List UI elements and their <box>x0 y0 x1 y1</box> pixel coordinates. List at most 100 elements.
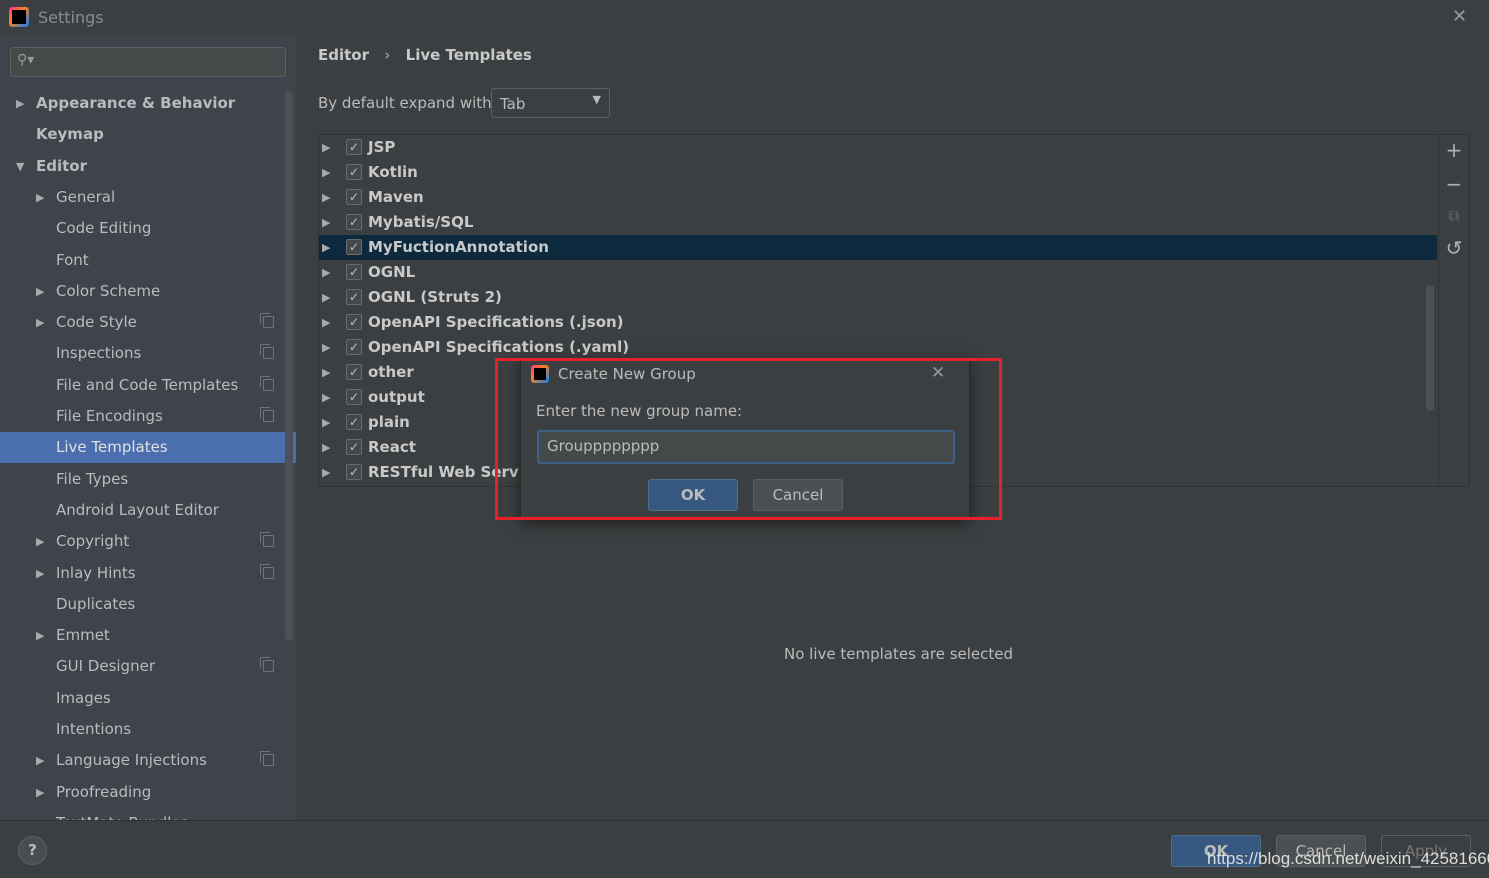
template-group-row[interactable]: ▶ ✓ OpenAPI Specifications (.yaml) <box>319 335 1437 360</box>
empty-message: No live templates are selected <box>784 645 1014 663</box>
breadcrumb: Editor › Live Templates <box>318 46 532 64</box>
add-icon[interactable]: + <box>1444 138 1464 162</box>
chevron-right-icon[interactable]: ▶ <box>322 160 330 185</box>
template-group-row[interactable]: ▶ ✓ Mybatis/SQL <box>319 210 1437 235</box>
chevron-right-icon[interactable]: ▶ <box>322 185 330 210</box>
template-checkbox[interactable]: ✓ <box>346 264 362 280</box>
search-input[interactable]: ⚲▾ <box>10 47 286 77</box>
sidebar-item[interactable]: ▶ Appearance & Behavior <box>0 88 296 119</box>
chevron-right-icon[interactable]: ▶ <box>36 558 44 589</box>
sidebar-item[interactable]: ▶ Color Scheme <box>0 276 296 307</box>
sidebar-item[interactable]: File and Code Templates <box>0 370 296 401</box>
template-group-row[interactable]: ▶ ✓ MyFuctionAnnotation <box>319 235 1437 260</box>
breadcrumb-parent[interactable]: Editor <box>318 46 369 64</box>
chevron-down-icon: ▼ <box>592 93 601 106</box>
chevron-down-icon[interactable]: ▼ <box>16 151 24 182</box>
sidebar-item[interactable]: Duplicates <box>0 589 296 620</box>
template-group-label: MyFuctionAnnotation <box>368 238 549 256</box>
sidebar-item[interactable]: TextMate Bundles <box>0 808 296 820</box>
chevron-right-icon[interactable]: ▶ <box>322 410 330 435</box>
chevron-right-icon[interactable]: ▶ <box>36 276 44 307</box>
chevron-right-icon[interactable]: ▶ <box>36 777 44 808</box>
template-checkbox[interactable]: ✓ <box>346 389 362 405</box>
template-group-label: JSP <box>368 138 396 156</box>
sidebar-item-label: Language Injections <box>56 751 207 770</box>
template-group-label: OGNL (Struts 2) <box>368 288 502 306</box>
template-checkbox[interactable]: ✓ <box>346 439 362 455</box>
template-group-label: Kotlin <box>368 163 418 181</box>
close-icon[interactable]: ✕ <box>1452 6 1467 27</box>
project-settings-icon <box>260 563 274 579</box>
chevron-right-icon[interactable]: ▶ <box>322 285 330 310</box>
sidebar-item[interactable]: ▶ Inlay Hints <box>0 558 296 589</box>
template-checkbox[interactable]: ✓ <box>346 414 362 430</box>
chevron-right-icon[interactable]: ▶ <box>322 385 330 410</box>
chevron-right-icon[interactable]: ▶ <box>322 260 330 285</box>
template-checkbox[interactable]: ✓ <box>346 139 362 155</box>
sidebar-item[interactable]: Inspections <box>0 338 296 369</box>
sidebar-item[interactable]: File Types <box>0 464 296 495</box>
expand-select[interactable]: Tab ▼ <box>491 88 610 118</box>
template-group-row[interactable]: ▶ ✓ Kotlin <box>319 160 1437 185</box>
template-checkbox[interactable]: ✓ <box>346 364 362 380</box>
sidebar-item[interactable]: Live Templates <box>0 432 296 464</box>
sidebar-item-label: Proofreading <box>56 782 152 801</box>
help-button[interactable]: ? <box>18 836 47 865</box>
template-group-row[interactable]: ▶ ✓ OGNL <box>319 260 1437 285</box>
sidebar-item[interactable]: Images <box>0 683 296 714</box>
sidebar-item[interactable]: Font <box>0 245 296 276</box>
copy-icon[interactable]: ⧉ <box>1444 206 1464 226</box>
chevron-right-icon[interactable]: ▶ <box>322 335 330 360</box>
template-group-row[interactable]: ▶ ✓ Maven <box>319 185 1437 210</box>
sidebar-item[interactable]: ▶ Proofreading <box>0 777 296 808</box>
sidebar-item[interactable]: Android Layout Editor <box>0 495 296 526</box>
chevron-right-icon[interactable]: ▶ <box>36 745 44 776</box>
chevron-right-icon[interactable]: ▶ <box>322 460 330 485</box>
chevron-right-icon[interactable]: ▶ <box>36 620 44 651</box>
chevron-right-icon[interactable]: ▶ <box>322 235 330 260</box>
sidebar-item[interactable]: File Encodings <box>0 401 296 432</box>
template-group-row[interactable]: ▶ ✓ OpenAPI Specifications (.json) <box>319 310 1437 335</box>
template-checkbox[interactable]: ✓ <box>346 164 362 180</box>
chevron-right-icon[interactable]: ▶ <box>322 310 330 335</box>
sidebar-item[interactable]: ▶ Language Injections <box>0 745 296 776</box>
template-checkbox[interactable]: ✓ <box>346 314 362 330</box>
sidebar-item-label: Font <box>56 250 89 269</box>
revert-icon[interactable]: ↺ <box>1444 236 1464 260</box>
sidebar-item[interactable]: GUI Designer <box>0 651 296 682</box>
remove-icon[interactable]: − <box>1444 172 1464 196</box>
template-checkbox[interactable]: ✓ <box>346 339 362 355</box>
template-group-label: other <box>368 363 414 381</box>
sidebar-item[interactable]: Keymap <box>0 119 296 150</box>
sidebar-item[interactable]: Intentions <box>0 714 296 745</box>
project-settings-icon <box>260 344 274 360</box>
sidebar-item[interactable]: ▶ Emmet <box>0 620 296 651</box>
intellij-logo-icon <box>9 7 29 27</box>
chevron-right-icon[interactable]: ▶ <box>322 360 330 385</box>
template-group-row[interactable]: ▶ ✓ OGNL (Struts 2) <box>319 285 1437 310</box>
template-checkbox[interactable]: ✓ <box>346 289 362 305</box>
expand-select-value: Tab <box>500 95 526 113</box>
sidebar-item[interactable]: ▶ Copyright <box>0 526 296 557</box>
chevron-right-icon[interactable]: ▶ <box>36 307 44 338</box>
chevron-right-icon[interactable]: ▶ <box>322 435 330 460</box>
template-checkbox[interactable]: ✓ <box>346 189 362 205</box>
sidebar-item-label: Emmet <box>56 626 110 645</box>
sidebar-item-label: Inspections <box>56 344 142 363</box>
sidebar-item[interactable]: ▼ Editor <box>0 151 296 182</box>
template-group-row[interactable]: ▶ ✓ JSP <box>319 135 1437 160</box>
sidebar-scrollbar[interactable] <box>285 91 293 641</box>
sidebar-item[interactable]: ▶ Code Style <box>0 307 296 338</box>
sidebar-item[interactable]: ▶ General <box>0 182 296 213</box>
chevron-right-icon[interactable]: ▶ <box>36 182 44 213</box>
chevron-right-icon[interactable]: ▶ <box>36 526 44 557</box>
footer: ? OK Cancel Apply https://blog.csdn.net/… <box>0 820 1489 878</box>
chevron-right-icon[interactable]: ▶ <box>16 88 24 119</box>
template-checkbox[interactable]: ✓ <box>346 214 362 230</box>
sidebar-item[interactable]: Code Editing <box>0 213 296 244</box>
chevron-right-icon[interactable]: ▶ <box>322 210 330 235</box>
chevron-right-icon[interactable]: ▶ <box>322 135 330 160</box>
template-checkbox[interactable]: ✓ <box>346 464 362 480</box>
template-checkbox[interactable]: ✓ <box>346 239 362 255</box>
title-bar: Settings ✕ <box>0 0 1489 36</box>
